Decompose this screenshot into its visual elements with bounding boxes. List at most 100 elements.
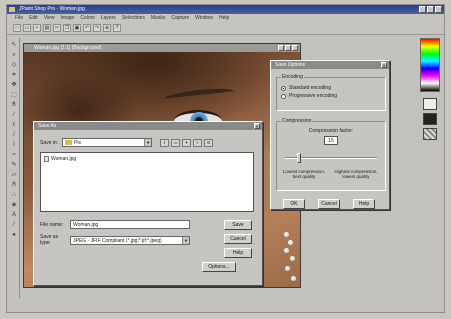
image-maximize-button[interactable] <box>285 45 291 51</box>
redo-icon[interactable]: ↷ <box>93 24 101 32</box>
new-folder-icon[interactable]: ✦ <box>182 138 192 147</box>
up-folder-icon[interactable]: ⇧ <box>160 138 170 147</box>
help-icon[interactable]: ? <box>113 24 121 32</box>
eraser-tool-icon[interactable]: ▱ <box>10 171 18 179</box>
standard-encoding-label: Standard encoding <box>289 85 331 91</box>
chevron-down-icon[interactable]: ▼ <box>144 139 152 146</box>
menu-help[interactable]: Help <box>219 14 229 22</box>
deform-tool-icon[interactable]: ◇ <box>10 61 18 69</box>
folder-icon <box>65 140 73 146</box>
maximize-button[interactable] <box>427 6 434 13</box>
progressive-encoding-option[interactable]: Progressive encoding <box>281 92 385 100</box>
menu-colors[interactable]: Colors <box>80 14 94 22</box>
save-as-dialog-title-bar: Save As ✕ <box>34 122 262 130</box>
color-swatch-picker[interactable] <box>420 38 440 92</box>
list-view-icon[interactable]: ≡ <box>193 138 203 147</box>
texture-swatch[interactable] <box>423 128 437 140</box>
picture-tube-tool-icon[interactable]: ℏ <box>10 181 18 189</box>
file-type-row: Save as type: JPEG - JFIF Compliant (*.j… <box>40 234 190 246</box>
foreground-color[interactable] <box>423 98 437 110</box>
dialog-close-button[interactable]: ✕ <box>254 123 260 129</box>
menu-masks[interactable]: Masks <box>151 14 165 22</box>
paste-icon[interactable]: ▣ <box>73 24 81 32</box>
select-tool-icon[interactable]: ⬚ <box>10 91 18 99</box>
color-palette <box>418 38 442 148</box>
dropper-tool-icon[interactable]: ℓ <box>10 121 18 129</box>
low-compression-hint: Lowest compression, best quality <box>282 169 326 179</box>
zoom-icon[interactable]: ⊕ <box>103 24 111 32</box>
options-cancel-button[interactable]: Cancel <box>318 199 340 209</box>
file-name-row: File name: Woman.jpg <box>40 220 190 229</box>
minimize-button[interactable] <box>419 6 426 13</box>
retouch-tool-icon[interactable]: ✎ <box>10 161 18 169</box>
save-options-title-bar: Save Options ✕ <box>271 61 389 69</box>
menu-view[interactable]: View <box>44 14 55 22</box>
progressive-encoding-label: Progressive encoding <box>289 93 338 99</box>
close-button[interactable] <box>435 6 442 13</box>
background-color[interactable] <box>423 113 437 125</box>
brush-tool-icon[interactable]: / <box>10 131 18 139</box>
compression-factor-input[interactable]: 15 <box>324 136 338 145</box>
clone-tool-icon[interactable]: ⌇ <box>10 141 18 149</box>
text-tool-icon[interactable]: A <box>10 211 18 219</box>
draw-tool-icon[interactable]: ⁄ <box>10 221 18 229</box>
save-in-value: Pix <box>74 140 82 146</box>
menu-edit[interactable]: Edit <box>29 14 38 22</box>
details-view-icon[interactable]: ☰ <box>204 138 214 147</box>
save-options-title: Save Options <box>275 62 306 68</box>
desktop-icon[interactable]: ▭ <box>171 138 181 147</box>
image-minimize-button[interactable] <box>278 45 284 51</box>
options-button[interactable]: Options... <box>202 262 236 272</box>
airbrush-tool-icon[interactable]: ∴ <box>10 191 18 199</box>
compression-slider[interactable] <box>285 153 377 163</box>
compression-factor-label: Compression factor: <box>308 128 354 134</box>
chevron-down-icon[interactable]: ▼ <box>182 236 189 244</box>
app-title: JPaint Shop Pro - Woman.jpg <box>19 6 85 12</box>
ok-button[interactable]: OK <box>283 199 305 209</box>
standard-encoding-option[interactable]: Standard encoding <box>281 84 385 92</box>
file-name-input[interactable]: Woman.jpg <box>70 220 190 229</box>
menu-image[interactable]: Image <box>60 14 74 22</box>
print-icon[interactable]: ▤ <box>43 24 51 32</box>
zoom-tool-icon[interactable]: ⌕ <box>10 51 18 59</box>
options-help-button[interactable]: Help <box>353 199 375 209</box>
compression-label: Compression <box>281 118 313 124</box>
menu-file[interactable]: File <box>15 14 23 22</box>
menu-capture[interactable]: Capture <box>171 14 189 22</box>
image-close-button[interactable] <box>292 45 298 51</box>
slider-thumb[interactable] <box>296 153 301 163</box>
save-in-combo[interactable]: Pix ▼ <box>62 138 153 147</box>
eyebrow <box>163 86 235 104</box>
save-button[interactable]: Save <box>224 220 252 230</box>
file-type-select[interactable]: JPEG - JFIF Compliant (*.jpg;*.jif;*.jpe… <box>70 235 190 245</box>
cancel-button[interactable]: Cancel <box>224 234 252 244</box>
replace-tool-icon[interactable]: ≈ <box>10 151 18 159</box>
cut-icon[interactable]: ✂ <box>53 24 61 32</box>
undo-icon[interactable]: ↶ <box>83 24 91 32</box>
open-icon[interactable]: ▭ <box>23 24 31 32</box>
flood-fill-tool-icon[interactable]: ◈ <box>10 201 18 209</box>
menu-bar: File Edit View Image Colors Layers Selec… <box>7 14 444 22</box>
save-in-row: Save in: Pix ▼ ⇧ ▭ ✦ ≡ ☰ <box>40 138 214 147</box>
progressive-encoding-radio[interactable] <box>281 93 286 99</box>
save-icon[interactable]: ▪ <box>33 24 41 32</box>
mover-tool-icon[interactable]: ✥ <box>10 81 18 89</box>
lasso-tool-icon[interactable]: ϐ <box>10 101 18 109</box>
new-icon[interactable]: □ <box>13 24 21 32</box>
standard-encoding-radio[interactable] <box>281 85 286 91</box>
menu-window[interactable]: Window <box>195 14 213 22</box>
copy-icon[interactable]: ❐ <box>63 24 71 32</box>
menu-selections[interactable]: Selections <box>122 14 145 22</box>
help-button[interactable]: Help <box>224 248 252 258</box>
file-name: Woman.jpg <box>51 156 77 162</box>
file-list[interactable]: Woman.jpg <box>40 152 254 212</box>
crop-tool-icon[interactable]: ⌗ <box>10 71 18 79</box>
wand-tool-icon[interactable]: ⁄ <box>10 111 18 119</box>
menu-layers[interactable]: Layers <box>101 14 116 22</box>
arrow-tool-icon[interactable]: ↖ <box>10 41 18 49</box>
save-options-close-button[interactable]: ✕ <box>381 62 387 68</box>
shape-tool-icon[interactable]: ● <box>10 231 18 239</box>
main-toolbar: □ ▭ ▪ ▤ ✂ ❐ ▣ ↶ ↷ ⊕ ? <box>7 22 444 35</box>
image-window-title: Woman.jpg [1:1] (Background) <box>34 45 102 51</box>
list-item[interactable]: Woman.jpg <box>44 156 250 162</box>
